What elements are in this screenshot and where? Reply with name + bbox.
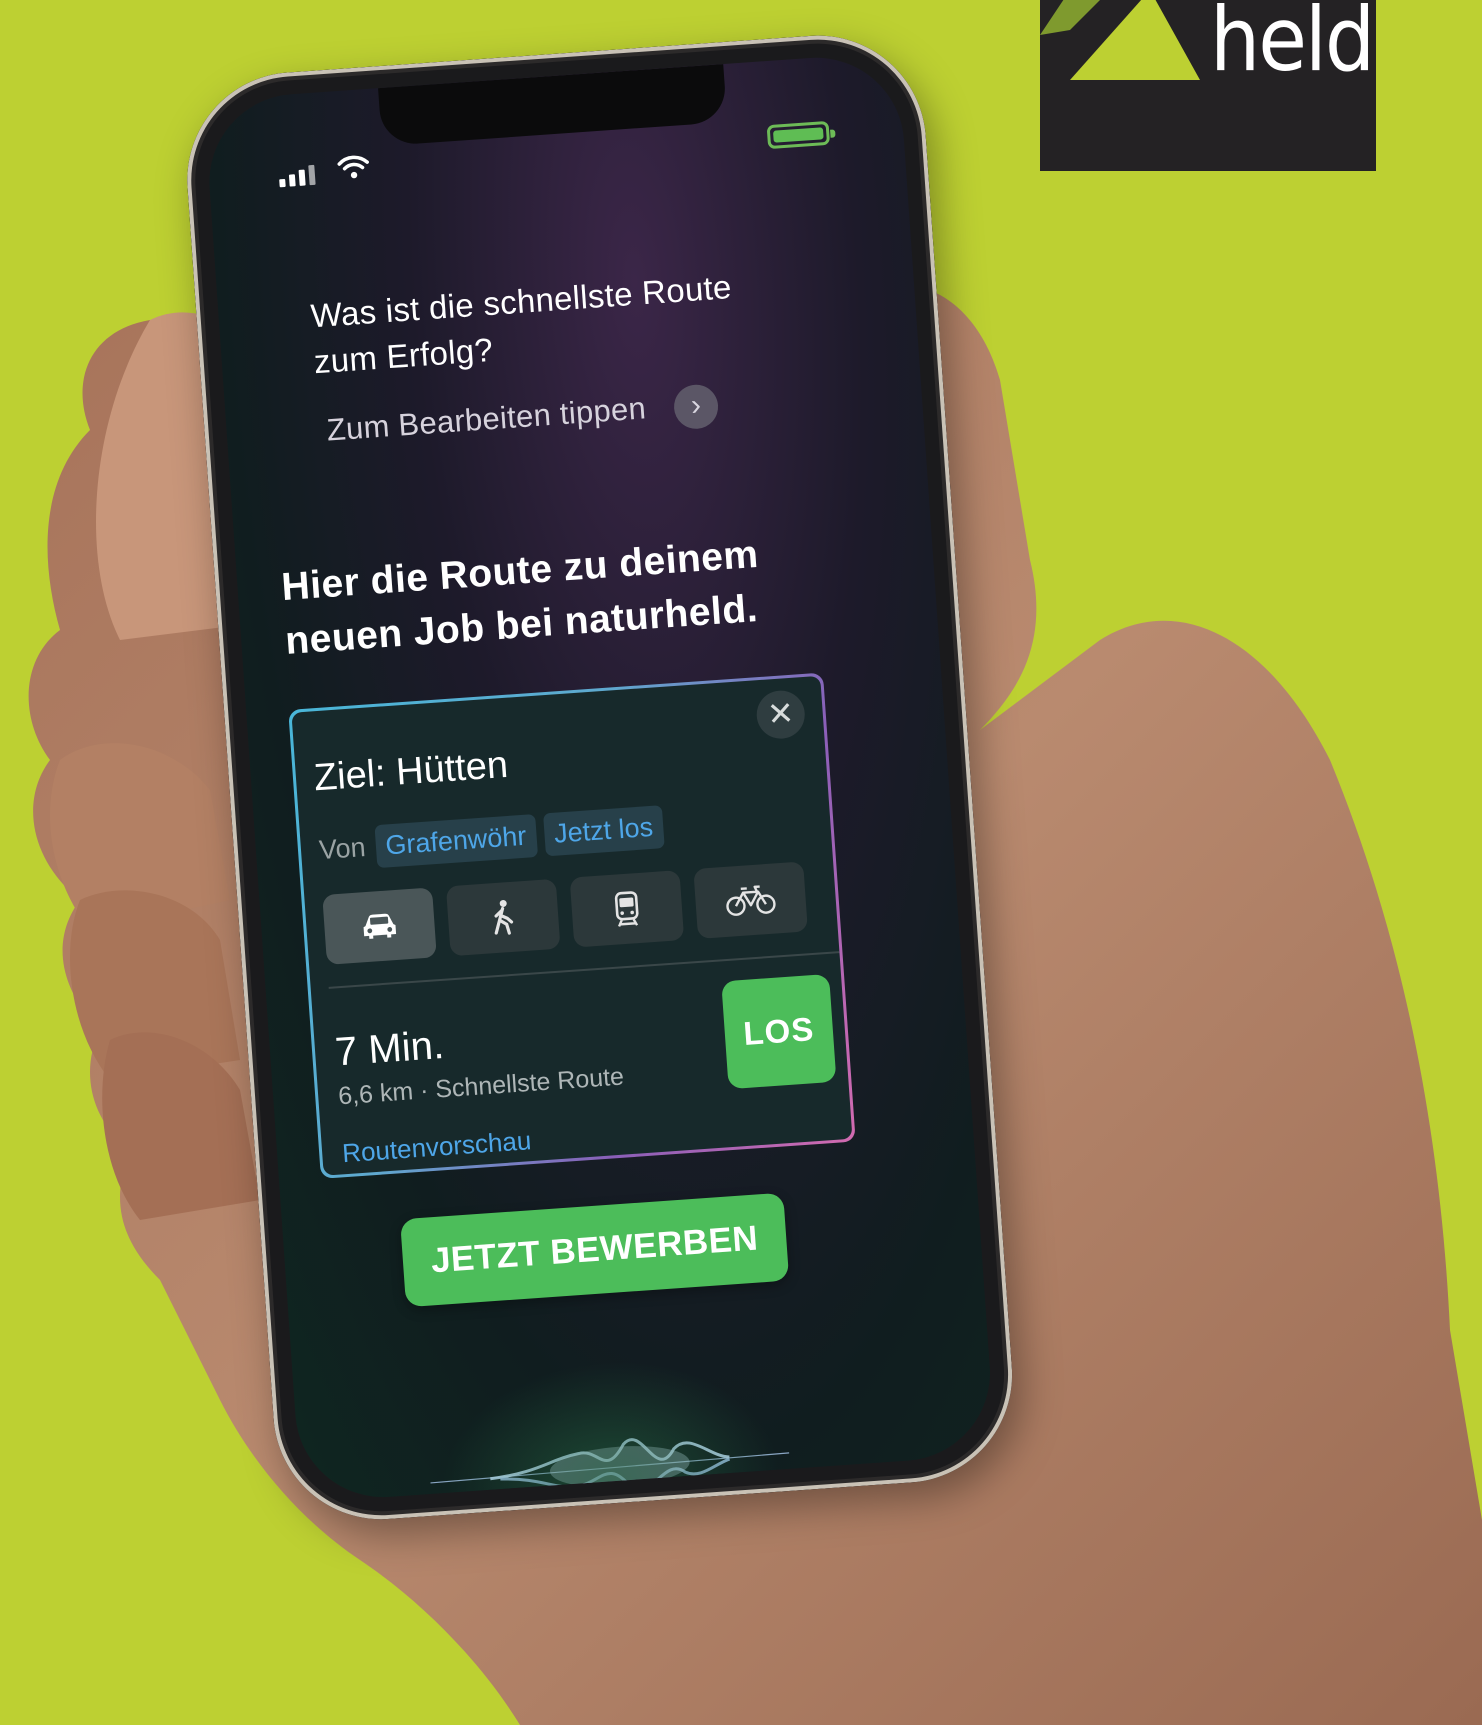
headline: Hier die Route zu deinem neuen Job bei n… bbox=[280, 532, 760, 663]
phone-screen: Was ist die schnellste Route zum Erfolg?… bbox=[203, 51, 996, 1503]
bicycle-icon bbox=[726, 885, 776, 916]
walk-icon bbox=[494, 899, 514, 935]
smartphone: Was ist die schnellste Route zum Erfolg?… bbox=[180, 28, 1020, 1527]
transport-modes bbox=[322, 861, 808, 965]
route-card: ✕ Ziel: Hütten Von Grafenwöhr Jetzt los bbox=[288, 672, 856, 1179]
departure-chip[interactable]: Jetzt los bbox=[542, 805, 665, 857]
notch bbox=[378, 64, 728, 147]
screen-glow bbox=[432, 1349, 781, 1494]
siri-question: Was ist die schnellste Route zum Erfolg? bbox=[309, 268, 733, 381]
chevron-right-icon[interactable]: › bbox=[672, 383, 720, 431]
mode-car[interactable] bbox=[322, 887, 437, 965]
wifi-icon bbox=[337, 155, 369, 179]
origin-chip[interactable]: Grafenwöhr bbox=[374, 814, 538, 869]
destination-title: Ziel: Hütten bbox=[312, 743, 510, 800]
apply-button[interactable]: JETZT BEWERBEN bbox=[400, 1192, 790, 1308]
origin-row: Von Grafenwöhr Jetzt los bbox=[318, 805, 665, 872]
logo-triangle-icon bbox=[1040, 0, 1200, 80]
battery-icon bbox=[766, 120, 836, 150]
go-button[interactable]: LOS bbox=[721, 973, 837, 1090]
brand-logo: held bbox=[1040, 0, 1376, 171]
eta-time: 7 Min. bbox=[333, 1022, 446, 1075]
logo-text: held bbox=[1210, 0, 1375, 91]
mode-transit[interactable] bbox=[569, 870, 685, 948]
mode-walk[interactable] bbox=[445, 878, 561, 957]
car-icon bbox=[363, 913, 397, 939]
route-preview-link[interactable]: Routenvorschau bbox=[341, 1125, 532, 1169]
edit-hint[interactable]: Zum Bearbeiten tippen bbox=[326, 390, 648, 448]
train-icon bbox=[614, 891, 639, 927]
from-label: Von bbox=[318, 831, 367, 866]
mode-bicycle[interactable] bbox=[693, 861, 808, 939]
close-icon[interactable]: ✕ bbox=[755, 689, 807, 741]
signal-icon bbox=[278, 164, 316, 188]
